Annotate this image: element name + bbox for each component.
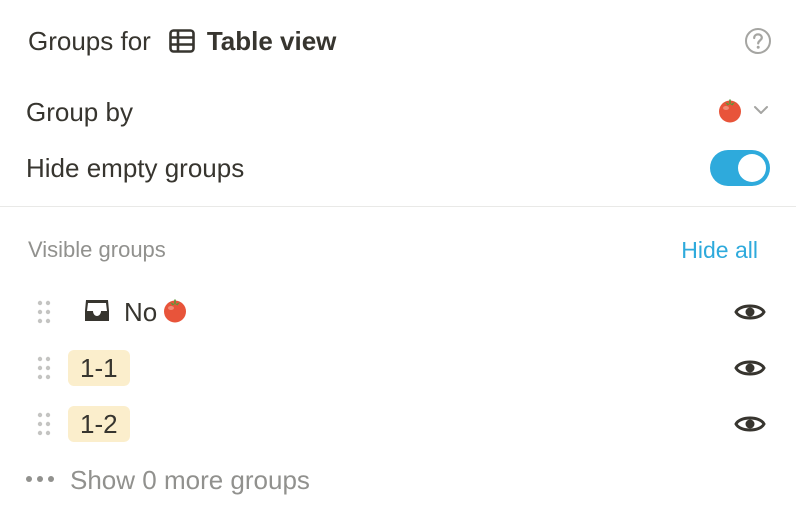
group-content: 1-1: [68, 350, 130, 386]
eye-icon[interactable]: [734, 352, 766, 384]
visible-groups-title: Visible groups: [28, 237, 166, 262]
question-circle-icon[interactable]: [744, 27, 772, 55]
group-row-1-2[interactable]: 1-2: [34, 402, 766, 446]
chevron-down-icon: [752, 101, 770, 124]
drag-handle-icon[interactable]: [34, 354, 54, 382]
group-tag: 1-1: [68, 350, 130, 386]
group-label: No: [124, 296, 158, 327]
panel-header: Groups for Table view: [28, 22, 776, 60]
hide-empty-label: Hide empty groups: [26, 152, 245, 183]
show-more-groups-button[interactable]: Show 0 more groups: [24, 460, 310, 500]
tomato-icon: [716, 96, 744, 129]
toggle-knob: [738, 154, 766, 182]
group-content: No: [68, 295, 189, 330]
group-by-row[interactable]: Group by: [26, 92, 770, 132]
visible-groups-header: Visible groups Hide all: [28, 232, 758, 268]
show-more-label: Show 0 more groups: [70, 464, 310, 495]
group-row-no[interactable]: No: [34, 290, 766, 334]
hide-all-button[interactable]: Hide all: [681, 237, 758, 264]
table-icon: [167, 26, 197, 56]
group-tag: 1-2: [68, 406, 130, 442]
view-name: Table view: [206, 25, 337, 56]
hide-empty-toggle[interactable]: [710, 150, 770, 186]
group-by-select[interactable]: [716, 96, 770, 129]
group-by-label: Group by: [26, 96, 133, 127]
ellipsis-icon: [24, 471, 56, 489]
drag-handle-icon[interactable]: [34, 298, 54, 326]
drag-handle-icon[interactable]: [34, 410, 54, 438]
divider: [0, 206, 796, 207]
header-prefix: Groups for: [28, 25, 151, 56]
hide-empty-groups-row: Hide empty groups: [26, 148, 770, 188]
group-row-1-1[interactable]: 1-1: [34, 346, 766, 390]
eye-icon[interactable]: [734, 296, 766, 328]
eye-icon[interactable]: [734, 408, 766, 440]
group-content: 1-2: [68, 406, 130, 442]
tomato-icon: [161, 296, 189, 329]
inbox-icon: [82, 295, 112, 330]
